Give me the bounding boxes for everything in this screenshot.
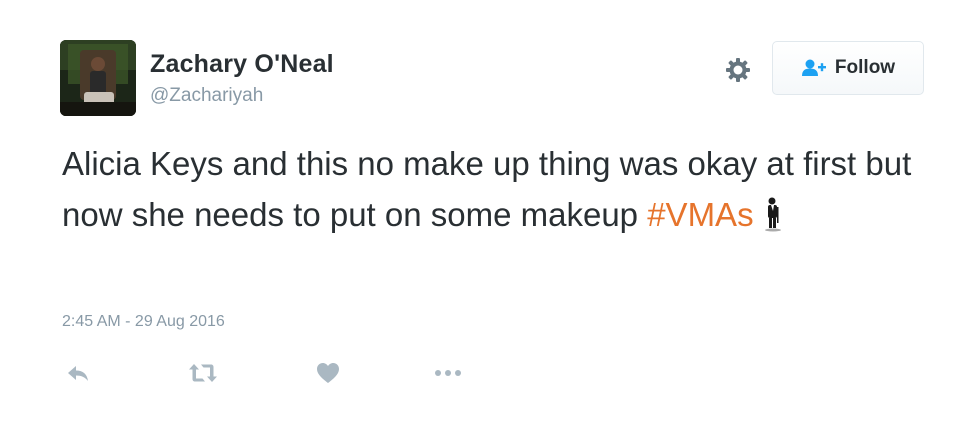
- retweet-icon[interactable]: [187, 358, 219, 388]
- follow-button[interactable]: Follow: [772, 41, 924, 95]
- avatar-image: [60, 40, 136, 116]
- more-icon[interactable]: [432, 358, 464, 388]
- tweet-card: Zachary O'Neal @Zachariyah Follow Alicia…: [0, 0, 980, 435]
- display-name[interactable]: Zachary O'Neal: [150, 50, 334, 79]
- tweet-timestamp[interactable]: 2:45 AM - 29 Aug 2016: [62, 313, 225, 331]
- hashtag-link[interactable]: #VMAs: [647, 196, 753, 233]
- tweet-body: Alicia Keys and this no make up thing wa…: [62, 145, 912, 233]
- levitating-man-emoji: [762, 195, 784, 246]
- tweet-text: Alicia Keys and this no make up thing wa…: [62, 138, 942, 246]
- follow-button-label: Follow: [834, 57, 896, 78]
- reply-icon[interactable]: [62, 358, 94, 388]
- avatar[interactable]: [60, 40, 136, 116]
- gear-icon[interactable]: [722, 54, 754, 86]
- heart-icon[interactable]: [312, 358, 344, 388]
- add-user-icon: [801, 59, 826, 76]
- user-handle[interactable]: @Zachariyah: [150, 85, 263, 107]
